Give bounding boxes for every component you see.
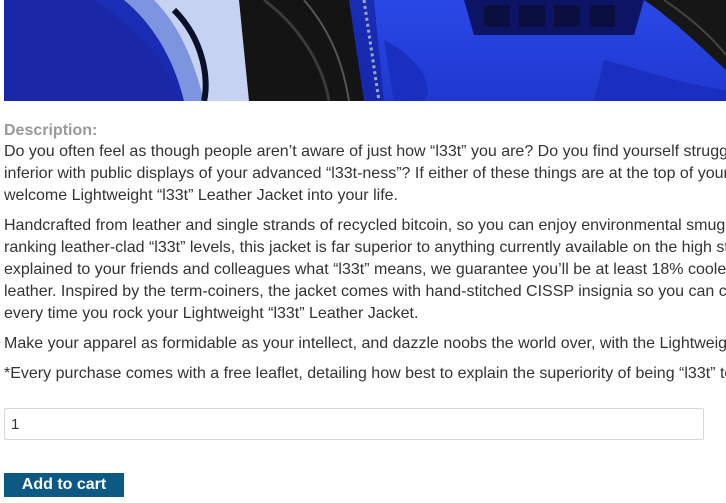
description-line: inferior with public displays of your ad…: [4, 165, 726, 182]
description-line: *Every purchase comes with a free leafle…: [4, 365, 726, 382]
description-line: explained to your friends and colleagues…: [4, 261, 726, 278]
product-page: Description: Do you often feel as though…: [0, 0, 726, 503]
add-to-cart-button[interactable]: Add to cart: [4, 473, 124, 497]
quantity-input[interactable]: [4, 408, 704, 440]
description-paragraph: Do you often feel as though people aren’…: [4, 141, 726, 207]
description-line: every time you rock your Lightweight “l3…: [4, 305, 419, 322]
product-description: Description: Do you often feel as though…: [4, 121, 726, 393]
product-image: [4, 0, 726, 101]
description-paragraph: Handcrafted from leather and single stra…: [4, 215, 726, 325]
description-paragraph: *Every purchase comes with a free leafle…: [4, 363, 726, 385]
description-label: Description:: [4, 122, 98, 139]
description-paragraph: Make your apparel as formidable as your …: [4, 333, 726, 355]
description-line: leather. Inspired by the term-coiners, t…: [4, 283, 726, 300]
description-line: Do you often feel as though people aren’…: [4, 143, 726, 160]
description-line: Make your apparel as formidable as your …: [4, 335, 726, 352]
description-line: ranking leather-clad “l33t” levels, this…: [4, 239, 726, 256]
description-line: Handcrafted from leather and single stra…: [4, 217, 726, 234]
description-line: welcome Lightweight “l33t” Leather Jacke…: [4, 187, 398, 204]
